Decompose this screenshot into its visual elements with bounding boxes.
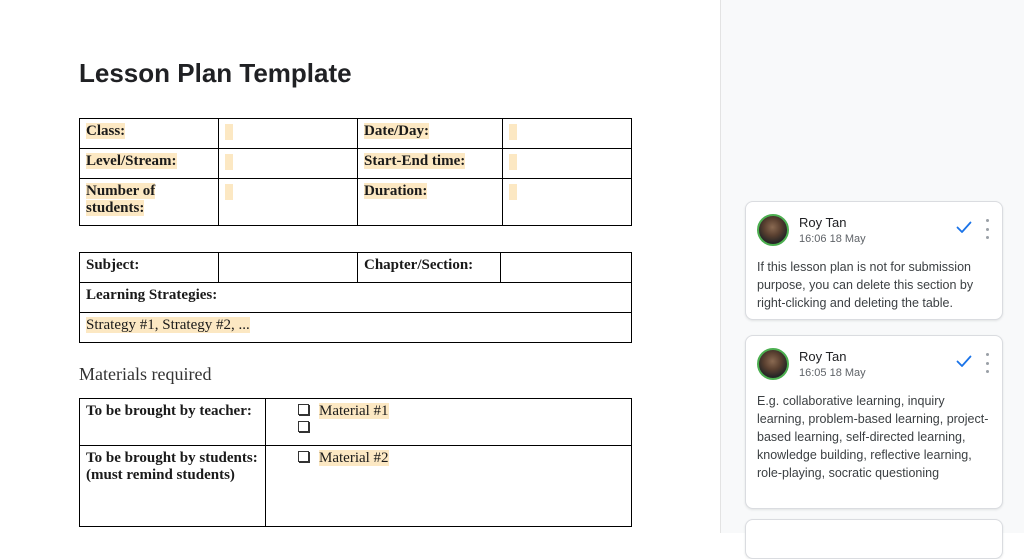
list-item[interactable]: Material #1 — [272, 403, 625, 420]
teacher-item-1: Material #1 — [319, 403, 389, 419]
duration-label-cell: Duration: — [357, 178, 503, 226]
level-value-cell[interactable] — [218, 148, 358, 179]
comment-author: Roy Tan — [799, 215, 847, 230]
teacher-label-cell: To be brought by teacher: — [79, 398, 266, 446]
students-label-cell: Number of students: — [79, 178, 219, 226]
chapter-value-cell[interactable] — [500, 252, 632, 283]
students-materials-label: To be brought by students: — [86, 450, 258, 466]
chapter-label-cell: Chapter/Section: — [357, 252, 501, 283]
duration-value-cell[interactable] — [502, 178, 632, 226]
level-value-placeholder — [225, 154, 233, 170]
comment-body: E.g. collaborative learning, inquiry lea… — [757, 394, 989, 480]
avatar[interactable] — [757, 348, 789, 380]
comment-body: If this lesson plan is not for submissio… — [757, 260, 974, 310]
level-label: Level/Stream: — [86, 153, 177, 169]
students-materials-note: (must remind students) — [86, 467, 235, 483]
checkbox-icon[interactable] — [298, 404, 309, 416]
time-label: Start-End time: — [364, 153, 466, 169]
subject-label: Subject: — [86, 257, 140, 273]
subject-table: Subject: Chapter/Section: Learning Strat… — [79, 252, 632, 343]
subject-value-cell[interactable] — [218, 252, 358, 283]
class-label: Class: — [86, 123, 126, 139]
class-value-placeholder — [225, 124, 233, 140]
chapter-label: Chapter/Section: — [364, 257, 474, 273]
materials-table: To be brought by teacher: Material #1 To… — [79, 398, 632, 527]
list-item[interactable] — [272, 420, 625, 437]
strategies-label-cell: Learning Strategies: — [79, 282, 632, 313]
teacher-label: To be brought by teacher: — [86, 403, 252, 419]
comment-card[interactable] — [745, 519, 1003, 559]
date-value-cell[interactable] — [502, 118, 632, 149]
comment-author: Roy Tan — [799, 349, 847, 364]
class-label-cell: Class: — [79, 118, 219, 149]
strategies-value-cell[interactable]: Strategy #1, Strategy #2, ... — [79, 312, 632, 343]
level-label-cell: Level/Stream: — [79, 148, 219, 179]
students-materials-label-cell: To be brought by students: (must remind … — [79, 445, 266, 527]
check-icon[interactable] — [955, 218, 973, 236]
comment-timestamp: 16:05 18 May — [799, 367, 866, 379]
students-value-placeholder — [225, 184, 233, 200]
comment-card[interactable]: Roy Tan 16:05 18 May E.g. collaborative … — [745, 335, 1003, 509]
date-label: Date/Day: — [364, 123, 429, 139]
document-page: Lesson Plan Template Class: Date/Day: Le… — [0, 0, 720, 533]
date-value-placeholder — [509, 124, 517, 140]
checkbox-icon[interactable] — [298, 451, 309, 463]
time-label-cell: Start-End time: — [357, 148, 503, 179]
students-items-cell[interactable]: Material #2 — [265, 445, 632, 527]
subject-label-cell: Subject: — [79, 252, 219, 283]
checkbox-icon[interactable] — [298, 421, 309, 433]
comment-card[interactable]: Roy Tan 16:06 18 May If this lesson plan… — [745, 201, 1003, 320]
comment-timestamp: 16:06 18 May — [799, 233, 866, 245]
date-label-cell: Date/Day: — [357, 118, 503, 149]
time-value-cell[interactable] — [502, 148, 632, 179]
page-title: Lesson Plan Template — [79, 58, 352, 88]
students-value-cell[interactable] — [218, 178, 358, 226]
more-vert-icon[interactable] — [980, 353, 994, 373]
strategies-label: Learning Strategies: — [86, 287, 218, 303]
students-label: Number of students: — [86, 183, 156, 216]
teacher-items-cell[interactable]: Material #1 — [265, 398, 632, 446]
duration-value-placeholder — [509, 184, 517, 200]
avatar[interactable] — [757, 214, 789, 246]
info-table: Class: Date/Day: Level/Stream: Start-End… — [79, 118, 632, 226]
time-value-placeholder — [509, 154, 517, 170]
check-icon[interactable] — [955, 352, 973, 370]
more-vert-icon[interactable] — [980, 219, 994, 239]
student-item-1: Material #2 — [319, 450, 389, 466]
list-item[interactable]: Material #2 — [272, 450, 625, 467]
strategies-value: Strategy #1, Strategy #2, ... — [86, 317, 250, 333]
materials-heading: Materials required — [79, 364, 212, 384]
duration-label: Duration: — [364, 183, 428, 199]
class-value-cell[interactable] — [218, 118, 358, 149]
